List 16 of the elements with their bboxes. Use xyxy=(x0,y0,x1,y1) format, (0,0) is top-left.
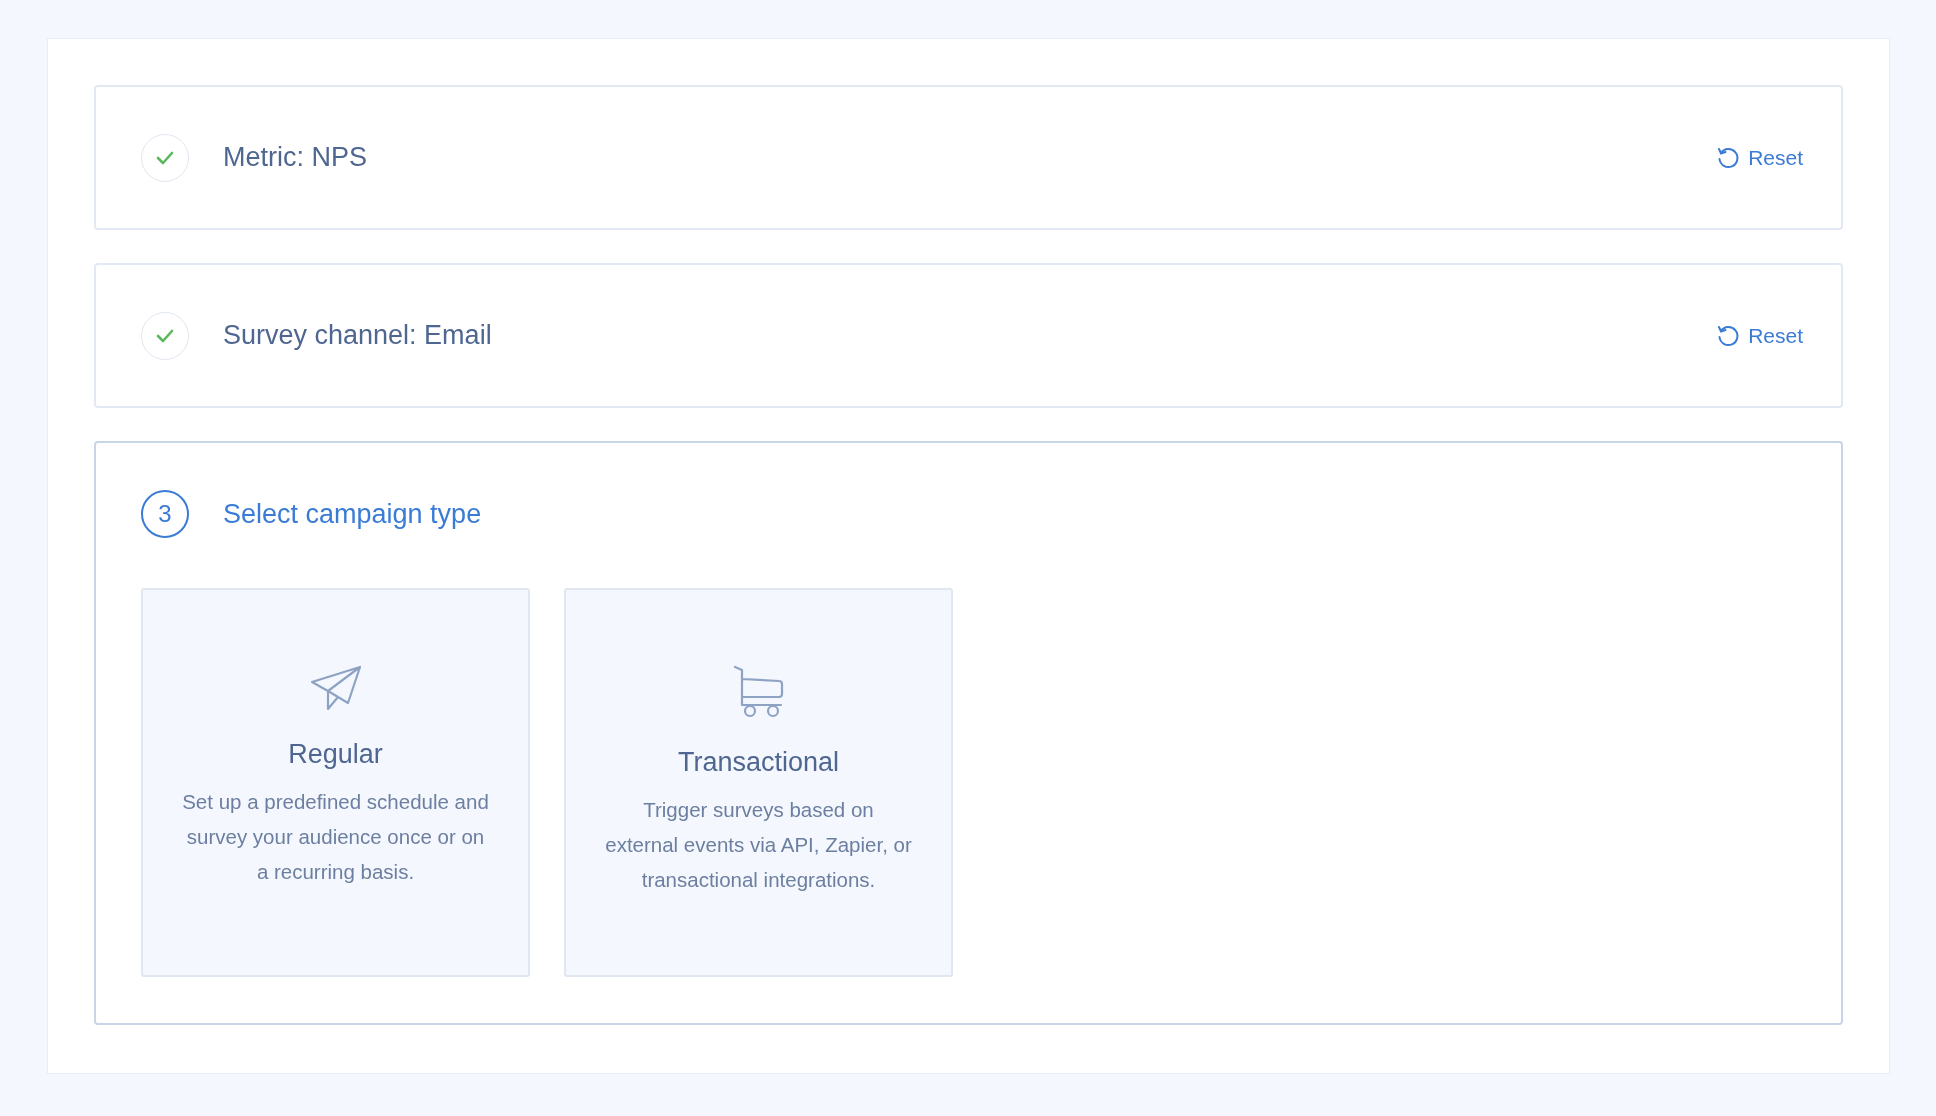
paper-plane-icon xyxy=(309,665,362,711)
card-title: Transactional xyxy=(677,747,840,778)
reset-icon xyxy=(1716,323,1741,348)
step-title: Survey channel: Email xyxy=(223,320,493,351)
campaign-type-card[interactable]: Regular Set up a predefined schedule and survey your audience once or on a recurring basis. xyxy=(141,588,530,977)
shopping-cart-icon xyxy=(732,665,785,719)
step-number: 3 xyxy=(141,490,189,538)
step-title: Metric: NPS xyxy=(223,142,369,173)
reset-button[interactable]: Reset xyxy=(1716,145,1803,170)
reset-button[interactable]: Reset xyxy=(1716,323,1803,348)
card-title: Regular xyxy=(288,739,383,770)
card-description: Trigger surveys based on external events via API, Zapier, or transactional integrations. xyxy=(604,797,913,893)
card-description: Set up a predefined schedule and survey your audience once or on a recurring basis. xyxy=(181,789,490,885)
step-title: Select campaign type xyxy=(223,498,483,530)
campaign-type-card[interactable]: Transactional Trigger surveys based on external events via API, Zapier, or transactional integrations. xyxy=(564,588,953,977)
reset-icon xyxy=(1716,145,1741,170)
